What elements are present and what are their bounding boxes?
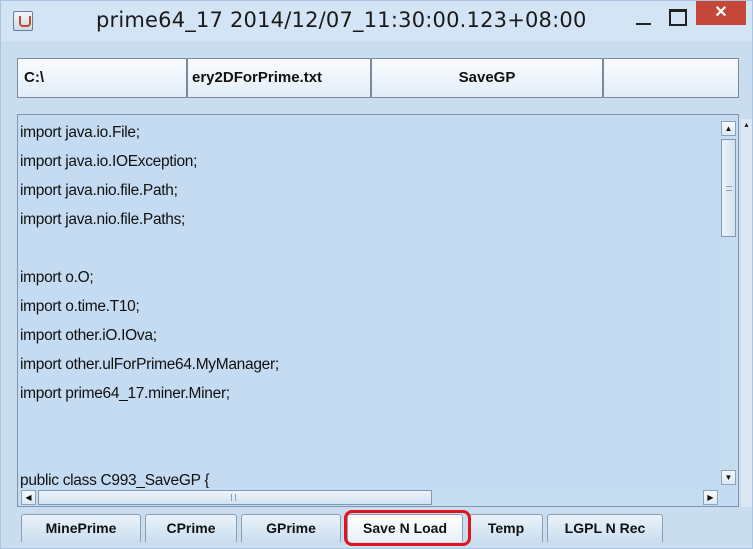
scroll-down-arrow-icon[interactable]: ▼ [721, 470, 736, 485]
tab-mineprime[interactable]: MinePrime [21, 514, 141, 542]
code-line: import java.nio.file.Paths; [20, 211, 186, 228]
tab-temp[interactable]: Temp [469, 514, 543, 542]
code-line: import o.O; [20, 269, 94, 286]
window-title: prime64_17 2014/12/07_11:30:00.123+08:00 [96, 8, 587, 32]
code-line: import prime64_17.miner.Miner; [20, 385, 230, 402]
code-line: import java.io.IOException; [20, 153, 198, 170]
scroll-up-arrow-icon[interactable]: ▲ [721, 121, 736, 136]
vertical-scroll-thumb[interactable] [721, 139, 736, 237]
horizontal-scrollbar[interactable]: ◀ ▶ [20, 489, 720, 506]
app-window: prime64_17 2014/12/07_11:30:00.123+08:00… [0, 0, 753, 549]
tab-save-n-load[interactable]: Save N Load [347, 514, 463, 542]
title-bar[interactable]: prime64_17 2014/12/07_11:30:00.123+08:00… [1, 1, 752, 41]
path-field[interactable]: C:\ [17, 58, 187, 98]
code-line: import other.iO.IOva; [20, 327, 157, 344]
code-text-area[interactable]: import java.io.File; import java.io.IOEx… [17, 114, 739, 507]
scroll-up-arrow-icon[interactable]: ▲ [741, 121, 752, 131]
code-content[interactable]: import java.io.File; import java.io.IOEx… [20, 118, 718, 488]
save-gp-button[interactable]: SaveGP [371, 58, 603, 98]
maximize-icon[interactable] [664, 5, 690, 31]
toolbar: C:\ ery2DForPrime.txt SaveGP [17, 58, 739, 98]
code-line: import other.ulForPrime64.MyManager; [20, 356, 279, 373]
tab-bar: MinePrime CPrime GPrime Save N Load Temp… [21, 514, 741, 542]
tab-gprime[interactable]: GPrime [241, 514, 341, 542]
close-button[interactable]: ✕ [696, 1, 746, 25]
code-line: import java.io.File; [20, 124, 140, 141]
java-cup-icon[interactable] [13, 11, 33, 31]
file-name-field[interactable]: ery2DForPrime.txt [187, 58, 371, 98]
code-line: public class C993_SaveGP { [20, 472, 210, 488]
outer-scrollbar[interactable]: ▲ [741, 119, 752, 507]
scroll-right-arrow-icon[interactable]: ▶ [703, 490, 718, 505]
tab-lgpl-n-rec[interactable]: LGPL N Rec [547, 514, 663, 542]
extra-field[interactable] [603, 58, 739, 98]
grip-icon [726, 186, 732, 191]
tab-cprime[interactable]: CPrime [145, 514, 237, 542]
code-line: import o.time.T10; [20, 298, 140, 315]
minimize-icon[interactable] [632, 5, 658, 31]
grip-icon [231, 494, 236, 501]
scroll-left-arrow-icon[interactable]: ◀ [21, 490, 36, 505]
code-line: import java.nio.file.Path; [20, 182, 178, 199]
horizontal-scroll-thumb[interactable] [38, 490, 432, 505]
vertical-scrollbar[interactable]: ▲ ▼ [720, 120, 737, 487]
